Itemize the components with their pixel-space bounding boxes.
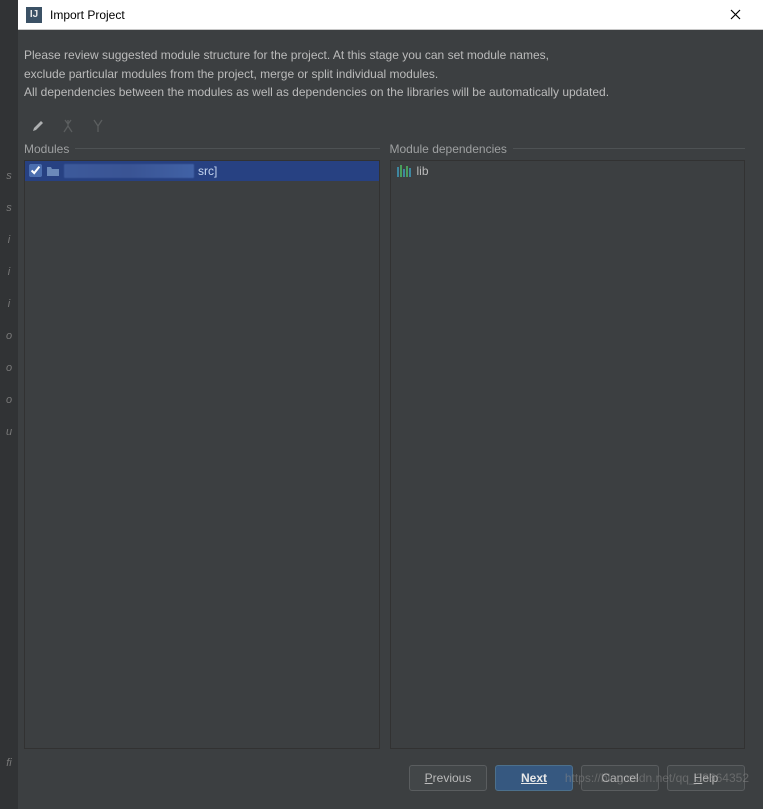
panels: Modules src] Module depende bbox=[24, 142, 745, 749]
window-title: Import Project bbox=[50, 8, 715, 22]
dependency-name: lib bbox=[417, 164, 429, 178]
intro-line: exclude particular modules from the proj… bbox=[24, 65, 745, 84]
previous-button[interactable]: Previous bbox=[409, 765, 487, 791]
panel-header: Modules bbox=[24, 142, 380, 156]
help-button[interactable]: Help bbox=[667, 765, 745, 791]
folder-icon bbox=[46, 165, 60, 177]
editor-gutter: ssi ii ooou fi bbox=[0, 0, 18, 809]
button-bar: Previous Next Cancel Help bbox=[24, 749, 745, 799]
intro-text: Please review suggested module structure… bbox=[24, 46, 745, 102]
dependencies-list[interactable]: lib bbox=[390, 160, 746, 749]
intro-line: All dependencies between the modules as … bbox=[24, 83, 745, 102]
library-icon bbox=[397, 164, 411, 177]
dependency-row[interactable]: lib bbox=[391, 161, 745, 181]
button-label: Next bbox=[521, 771, 547, 785]
close-icon bbox=[730, 9, 741, 20]
next-button[interactable]: Next bbox=[495, 765, 573, 791]
button-label-tail: revious bbox=[433, 771, 472, 785]
modules-list[interactable]: src] bbox=[24, 160, 380, 749]
button-label: Cancel bbox=[601, 771, 638, 785]
dependencies-panel: Module dependencies bbox=[390, 142, 746, 749]
toolbar bbox=[24, 114, 745, 142]
dialog-content: Please review suggested module structure… bbox=[18, 30, 763, 809]
intro-line: Please review suggested module structure… bbox=[24, 46, 745, 65]
module-name-obscured bbox=[64, 164, 194, 178]
dependencies-label: Module dependencies bbox=[390, 142, 507, 156]
modules-label: Modules bbox=[24, 142, 69, 156]
button-label-tail: elp bbox=[702, 771, 718, 785]
panel-header: Module dependencies bbox=[390, 142, 746, 156]
module-checkbox[interactable] bbox=[29, 164, 42, 177]
modules-panel: Modules src] bbox=[24, 142, 380, 749]
app-icon: IJ bbox=[26, 7, 42, 23]
rename-button[interactable] bbox=[30, 118, 46, 134]
split-icon bbox=[91, 119, 105, 133]
merge-icon bbox=[61, 119, 75, 133]
pencil-icon bbox=[31, 119, 45, 133]
divider bbox=[513, 148, 745, 149]
module-row[interactable]: src] bbox=[25, 161, 379, 181]
import-project-dialog: IJ Import Project Please review suggeste… bbox=[18, 0, 763, 809]
module-suffix: src] bbox=[198, 164, 217, 178]
close-button[interactable] bbox=[715, 1, 755, 29]
merge-button bbox=[60, 118, 76, 134]
split-button bbox=[90, 118, 106, 134]
cancel-button[interactable]: Cancel bbox=[581, 765, 659, 791]
divider bbox=[75, 148, 379, 149]
titlebar: IJ Import Project bbox=[18, 0, 763, 30]
